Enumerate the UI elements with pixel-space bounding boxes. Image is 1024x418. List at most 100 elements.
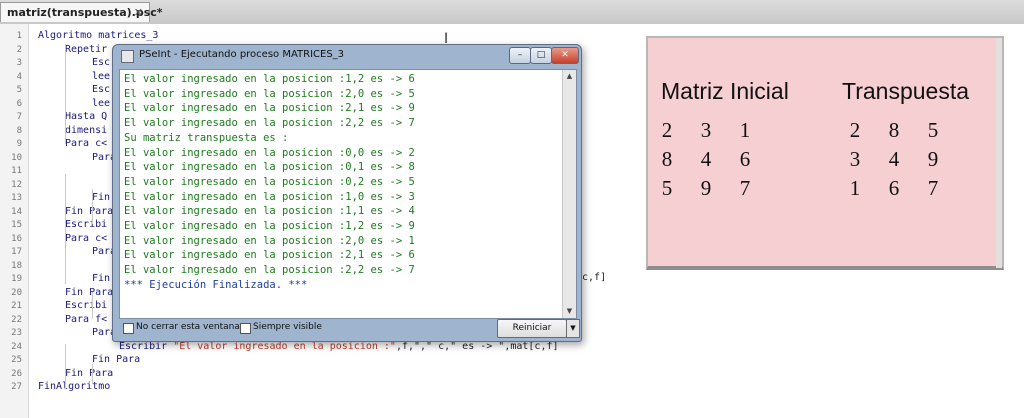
line-number: 21 — [11, 301, 22, 311]
code-text: Esc — [92, 84, 111, 95]
line-number: 6 — [16, 98, 22, 109]
line-number: 12 — [11, 179, 22, 190]
window-titlebar[interactable]: PSeInt - Ejecutando proceso MATRICES_3 –… — [113, 45, 581, 67]
line-number: 4 — [16, 71, 22, 82]
code-text: Fin Para — [65, 286, 114, 298]
siempre-visible-label: Siempre visible — [253, 322, 322, 332]
line-number: 9 — [16, 139, 22, 149]
matriz-inicial-cell: 6 — [739, 147, 751, 171]
code-text: Fin — [92, 273, 111, 284]
execution-finished-message: *** Ejecución Finalizada. *** — [124, 278, 308, 291]
line-number: 1 — [16, 31, 22, 41]
transpuesta-cell: 2 — [849, 118, 861, 142]
heading-matriz-inicial: Matriz Inicial — [661, 78, 789, 104]
code-text: Escribir "El valor ingresado en la posic… — [119, 341, 559, 353]
output-scrollbar[interactable]: ▲ ▼ — [562, 70, 576, 318]
matriz-inicial-cell: 2 — [661, 118, 673, 142]
line-number: 19 — [11, 274, 22, 284]
no-cerrar-label: No cerrar esta ventana — [136, 322, 240, 332]
pseint-execution-window[interactable]: PSeInt - Ejecutando proceso MATRICES_3 –… — [112, 44, 582, 342]
code-expression: ,f,"," c," es -> ",mat[c,f] — [395, 340, 559, 352]
indent-guide — [65, 344, 66, 389]
transpuesta-cell: 3 — [849, 147, 861, 171]
line-number: 17 — [11, 247, 22, 257]
code-text: Fin — [92, 192, 111, 203]
line-number: 22 — [11, 314, 22, 325]
output-line: El valor ingresado en la posicion :0,1 e… — [124, 161, 415, 174]
transpuesta-cell: 8 — [888, 118, 900, 142]
line-number: 14 — [11, 206, 22, 217]
matriz-inicial-cell: 5 — [661, 176, 673, 200]
code-text: Repetir — [65, 43, 108, 55]
output-line: El valor ingresado en la posicion :1,2 e… — [124, 73, 415, 85]
window-title: PSeInt - Ejecutando proceso MATRICES_3 — [139, 49, 345, 60]
line-number: 11 — [11, 166, 22, 176]
code-text: lee — [92, 97, 111, 109]
console-bottom-bar: No cerrar esta ventana Siempre visible R… — [119, 318, 580, 338]
note-scrollbar[interactable] — [996, 38, 1002, 268]
no-cerrar-checkbox[interactable] — [123, 323, 134, 334]
maximize-button[interactable]: □ — [530, 47, 552, 64]
code-text: Para f< — [65, 313, 108, 325]
matriz-inicial-cell: 9 — [700, 176, 712, 200]
line-number: 26 — [11, 368, 22, 379]
matriz-inicial-cell: 3 — [700, 118, 712, 142]
line-number: 15 — [11, 220, 22, 230]
tab-matriz-transpuesta[interactable]: matriz(transpuesta).psc* ✕ — [0, 2, 163, 23]
code-text: Fin Para — [65, 367, 114, 379]
output-line: El valor ingresado en la posicion :2,0 e… — [124, 87, 415, 100]
heading-transpuesta: Transpuesta — [842, 78, 969, 104]
transpuesta-cell: 6 — [888, 176, 900, 200]
code-text: Algoritmo matrices_3 — [38, 30, 159, 41]
indent-guide — [92, 292, 93, 319]
output-line: El valor ingresado en la posicion :2,0 e… — [124, 234, 415, 247]
transpuesta-cell: 5 — [927, 118, 939, 142]
scroll-up-icon[interactable]: ▲ — [563, 70, 576, 83]
output-line: El valor ingresado en la posicion :2,1 e… — [124, 249, 415, 262]
code-string: "El valor ingresado en la posicion :" — [173, 340, 396, 352]
line-number: 25 — [11, 355, 22, 365]
transpuesta-cell: 9 — [927, 147, 939, 171]
transpuesta-cell: 4 — [888, 147, 900, 171]
scroll-down-icon[interactable]: ▼ — [563, 305, 576, 318]
reiniciar-dropdown-icon[interactable]: ▼ — [566, 319, 580, 338]
code-keyword: Escribir — [119, 340, 174, 352]
siempre-visible-checkbox[interactable] — [240, 323, 251, 334]
reiniciar-button[interactable]: Reiniciar — [497, 319, 567, 338]
tab-close-icon[interactable]: ✕ — [134, 3, 143, 23]
close-button[interactable]: ✕ — [551, 47, 579, 64]
line-number: 16 — [11, 233, 22, 244]
pseint-app-icon — [121, 50, 134, 63]
line-number: 8 — [16, 125, 22, 136]
matrix-note-panel: Matriz Inicial Transpuesta 2 3 1 8 4 6 5 9 7 2 8 5 3… — [646, 36, 1004, 270]
code-text: Esc — [92, 57, 111, 68]
output-line: El valor ingresado en la posicion :2,2 e… — [124, 117, 415, 130]
code-text: lee — [92, 70, 111, 82]
line-number: 10 — [11, 152, 22, 163]
output-line: El valor ingresado en la posicion :2,1 e… — [124, 102, 415, 115]
line-number: 7 — [16, 112, 22, 122]
line-number: 23 — [11, 328, 22, 338]
indent-guide — [92, 364, 93, 384]
code-text: Escribi — [65, 219, 108, 230]
code-text: Fin Para — [65, 205, 114, 217]
line-number: 27 — [11, 382, 22, 392]
code-text: FinAlgoritmo — [38, 381, 111, 392]
code-text: Para c< — [65, 232, 108, 244]
output-line: El valor ingresado en la posicion :2,2 e… — [124, 264, 415, 277]
code-text: Hasta Q — [65, 111, 108, 122]
matriz-inicial-cell: 4 — [700, 147, 712, 171]
output-line: El valor ingresado en la posicion :0,2 e… — [124, 175, 415, 188]
transpuesta-cell: 1 — [849, 176, 861, 200]
indent-guide — [65, 174, 66, 284]
console-output[interactable]: ▲ ▼ El valor ingresado en la posicion :1… — [119, 69, 577, 319]
output-line: El valor ingresado en la posicion :1,0 e… — [124, 190, 415, 203]
transpuesta-cell: 7 — [927, 176, 939, 200]
code-text: dimensi — [65, 124, 108, 136]
matriz-inicial-cell: 1 — [739, 118, 751, 142]
indent-guide — [65, 44, 66, 144]
line-number: 24 — [11, 341, 22, 352]
minimize-button[interactable]: – — [509, 47, 531, 64]
code-text: Para c< — [65, 138, 108, 149]
code-text: Fin Para — [92, 354, 141, 365]
